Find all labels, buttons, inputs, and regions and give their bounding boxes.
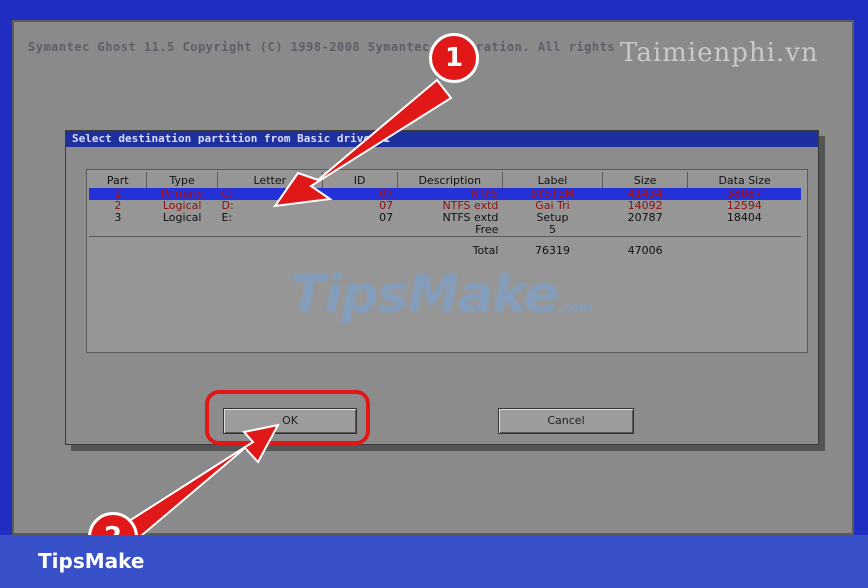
footer-bar: TipsMake: [0, 535, 868, 588]
arrow-to-ok-icon: [116, 423, 280, 543]
annotation-arrows: [116, 78, 453, 543]
footer-brand: TipsMake: [38, 549, 145, 573]
arrow-to-partition-icon: [272, 78, 453, 208]
step-1-badge: 1: [429, 33, 479, 83]
